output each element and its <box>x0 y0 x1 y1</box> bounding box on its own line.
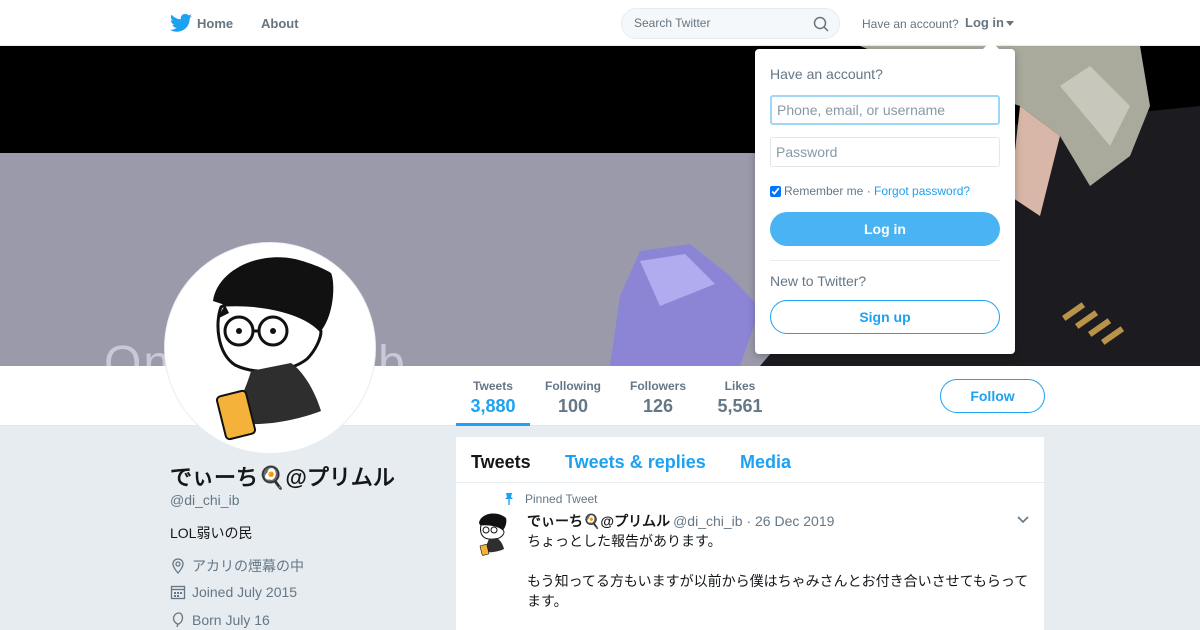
stat-tweets[interactable]: Tweets 3,880 <box>470 379 516 417</box>
avatar-illustration <box>165 243 375 453</box>
stat-value: 5,561 <box>717 396 763 416</box>
tweet-text: ちょっとした報告があります。 もう知ってる方もいますが以前から僕はちゃみさんとお… <box>527 531 1037 611</box>
location-text: アカリの煙幕の中 <box>192 558 304 574</box>
tweet-date[interactable]: · 26 Dec 2019 <box>746 513 834 529</box>
forgot-password-link[interactable]: Forgot password? <box>874 184 970 198</box>
stat-likes[interactable]: Likes 5,561 <box>715 379 765 417</box>
remember-me-checkbox[interactable] <box>770 186 781 197</box>
tweet-author-avatar[interactable] <box>471 511 513 559</box>
profile-joined: Joined July 2015 <box>170 584 297 600</box>
tweet-author-handle[interactable]: @di_chi_ib <box>673 513 742 529</box>
new-to-twitter-text: New to Twitter? <box>770 273 867 289</box>
chevron-down-icon[interactable] <box>1017 516 1029 524</box>
search-icon[interactable] <box>813 16 829 32</box>
stat-value: 100 <box>557 396 589 416</box>
location-pin-icon <box>172 558 184 574</box>
tweet-text-line: もう知ってる方もいますが以前から僕はちゃみさんとお付き合いさせてもらってます。 <box>527 573 1029 609</box>
tab-media[interactable]: Media <box>740 452 791 473</box>
tab-tweets[interactable]: Tweets <box>471 452 531 473</box>
caret-down-icon <box>1006 21 1014 27</box>
stat-label: Tweets <box>473 379 513 393</box>
profile-avatar[interactable] <box>164 242 376 454</box>
stat-followers[interactable]: Followers 126 <box>629 379 687 417</box>
tweet-author-name[interactable]: でぃーち🍳@プリムル <box>527 513 670 529</box>
profile-handle[interactable]: @di_chi_ib <box>170 492 239 508</box>
username-field[interactable] <box>770 95 1000 125</box>
pin-icon <box>505 493 513 505</box>
joined-text: Joined July 2015 <box>192 584 298 600</box>
nav-home-link[interactable]: Home <box>197 16 233 31</box>
stat-label: Followers <box>629 379 686 393</box>
born-text: Born July 16 <box>192 612 270 628</box>
remember-row: Remember me · Forgot password? <box>770 184 970 198</box>
password-field[interactable] <box>770 137 1000 167</box>
tweet-timeline: Tweets Tweets & replies Media Pinned Twe… <box>456 437 1044 630</box>
search-input[interactable]: Search Twitter <box>634 16 710 30</box>
remember-me-label[interactable]: Remember me <box>784 184 863 198</box>
nav-about-link[interactable]: About <box>261 16 299 31</box>
balloon-icon <box>172 612 184 628</box>
separator-dot: · <box>863 184 875 198</box>
stat-following[interactable]: Following 100 <box>544 379 602 417</box>
stat-label: Following <box>545 379 601 393</box>
top-navigation: Home About Search Twitter Have an accoun… <box>0 0 1200 46</box>
divider <box>770 260 1000 261</box>
tweet-author-line: でぃーち🍳@プリムル @di_chi_ib · 26 Dec 2019 <box>527 511 834 531</box>
profile-location: アカリの煙幕の中 <box>170 556 304 576</box>
have-account-text: Have an account? <box>862 17 959 31</box>
profile-bio: LOL弱いの民 <box>170 525 253 541</box>
login-dropdown: Have an account? Remember me · Forgot pa… <box>755 41 1015 354</box>
login-dropdown-toggle[interactable]: Log in <box>965 15 1014 30</box>
active-stat-underline <box>456 423 530 426</box>
twitter-bird-icon[interactable] <box>170 13 192 33</box>
dropdown-title: Have an account? <box>770 66 883 82</box>
stat-label: Likes <box>724 379 756 393</box>
tweet-text-line: ちょっとした報告があります。 <box>527 533 722 549</box>
tab-tweets-and-replies[interactable]: Tweets & replies <box>565 452 706 473</box>
profile-birthday: Born July 16 <box>170 612 270 628</box>
calendar-icon <box>170 585 186 600</box>
stat-value: 126 <box>642 396 674 416</box>
profile-display-name[interactable]: でぃーち🍳@プリムル <box>170 460 395 492</box>
pinned-tweet-label: Pinned Tweet <box>525 492 598 506</box>
signup-button[interactable]: Sign up <box>770 300 1000 334</box>
login-button[interactable]: Log in <box>770 212 1000 246</box>
search-box[interactable]: Search Twitter <box>621 8 840 39</box>
follow-button[interactable]: Follow <box>940 379 1045 413</box>
timeline-tabs: Tweets Tweets & replies Media <box>456 437 1044 483</box>
login-link-label[interactable]: Log in <box>965 15 1004 30</box>
stat-value: 3,880 <box>470 396 516 416</box>
